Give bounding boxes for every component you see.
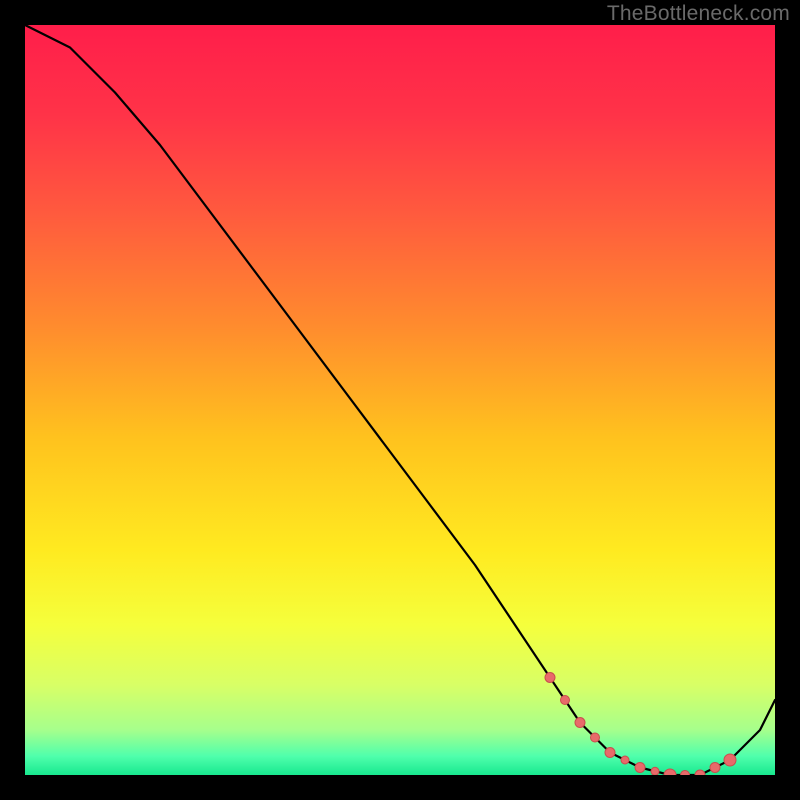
- marker-point: [710, 763, 720, 773]
- marker-point: [561, 696, 570, 705]
- marker-point: [621, 756, 629, 764]
- marker-point: [605, 748, 615, 758]
- marker-point: [635, 763, 645, 773]
- bottleneck-chart: [25, 25, 775, 775]
- marker-point: [651, 767, 659, 775]
- marker-point: [591, 733, 600, 742]
- marker-point: [545, 673, 555, 683]
- gradient-backdrop: [25, 25, 775, 775]
- marker-point: [724, 754, 736, 766]
- marker-point: [681, 771, 690, 776]
- watermark-text: TheBottleneck.com: [607, 2, 790, 26]
- chart-stage: TheBottleneck.com: [0, 0, 800, 800]
- marker-point: [575, 718, 585, 728]
